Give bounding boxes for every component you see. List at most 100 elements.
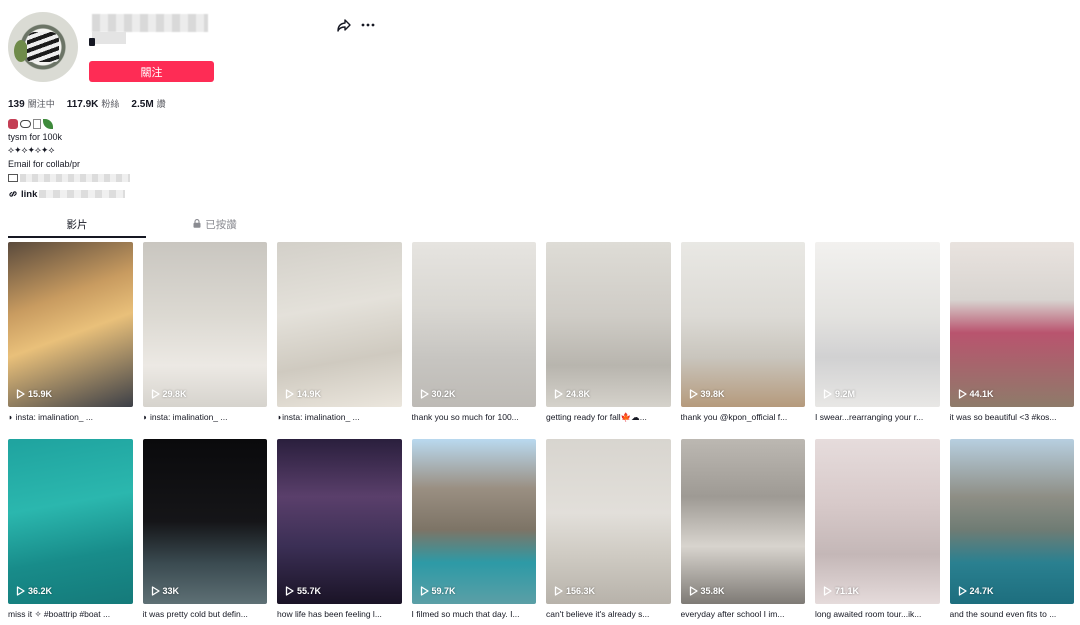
video-caption[interactable]: it was so beautiful <3 #kos... [950,411,1075,423]
video-card[interactable]: 44.1K it was so beautiful <3 #kos... [949,242,1075,429]
view-count: 24.8K [554,389,590,399]
video-thumbnail[interactable]: 24.8K [546,242,671,407]
video-thumbnail[interactable]: 14.9K [277,242,402,407]
video-card[interactable]: 36.2K miss it ✧ #boattrip #boat ... [8,439,133,625]
profile-stats: 139 關注中 117.9K 粉絲 2.5M 讚 [8,97,166,110]
view-count: 9.2M [823,389,855,399]
unknown-glyph-icon [33,118,41,129]
more-options-icon[interactable] [360,17,376,33]
profile-avatar[interactable] [8,12,78,82]
video-caption[interactable]: how life has been feeling l... [277,608,402,620]
video-card[interactable]: 39.8K thank you @kpon_official f... [680,242,806,429]
link-icon [9,191,17,197]
play-icon [420,389,429,399]
play-icon [554,586,563,596]
play-icon [958,586,967,596]
video-thumbnail[interactable]: 39.8K [680,242,805,407]
nickname-emoji [89,38,95,46]
bio-link[interactable]: link [8,188,130,202]
video-thumbnail[interactable]: 29.8K [142,242,267,407]
video-caption[interactable]: getting ready for fall🍁☁... [546,411,671,423]
video-thumbnail[interactable]: 156.3K [546,439,671,604]
tab-liked[interactable]: 已按讚 [146,212,284,237]
username-redacted [92,14,208,32]
video-card[interactable]: 59.7K I filmed so much that day. I... [411,439,537,625]
video-thumbnail[interactable]: 9.2M [815,242,940,407]
video-card[interactable]: 30.2K thank you so much for 100... [411,242,537,429]
play-icon [151,389,160,399]
video-thumbnail[interactable]: 59.7K [411,439,536,604]
view-count-value: 39.8K [700,389,725,399]
video-card[interactable]: 55.7K how life has been feeling l... [277,439,402,625]
video-caption[interactable]: can't believe it's already s... [546,608,671,620]
following-label: 關注中 [27,100,55,110]
video-caption[interactable]: ◗ insta: imalination_ ... [8,411,133,423]
video-caption[interactable]: ◗ insta: imalination_ ... [143,411,268,423]
view-count-value: 44.1K [969,389,994,399]
video-caption[interactable]: everyday after school I im... [681,608,806,620]
followers-count[interactable]: 117.9K 粉絲 [67,97,120,110]
video-thumbnail[interactable]: 15.9K [8,242,133,407]
view-count-value: 24.7K [969,586,994,596]
video-card[interactable]: 15.9K ◗ insta: imalination_ ... [8,242,133,429]
video-caption[interactable]: long awaited room tour...ik... [815,608,940,620]
follow-button[interactable]: 關注 [89,61,214,82]
video-caption[interactable]: thank you @kpon_official f... [681,411,806,423]
video-card[interactable]: 156.3K can't believe it's already s... [546,439,671,625]
video-caption[interactable]: thank you so much for 100... [412,411,537,423]
view-count-value: 35.8K [700,586,725,596]
video-caption[interactable]: it was pretty cold but defin... [143,608,268,620]
view-count: 36.2K [16,586,52,596]
video-thumbnail[interactable]: 33K [142,439,267,604]
followers-value: 117.9K [66,99,99,110]
video-caption[interactable]: and the sound even fits to ... [950,608,1075,620]
video-card[interactable]: 29.8K ◗ insta: imalination_ ... [142,242,268,429]
likes-label: 讚 [156,100,166,110]
view-count: 30.2K [420,389,456,399]
video-thumbnail[interactable]: 55.7K [277,439,402,604]
video-caption[interactable]: I filmed so much that day. I... [412,608,537,620]
view-count-value: 29.8K [162,389,187,399]
video-thumbnail[interactable]: 44.1K [949,242,1074,407]
tab-videos[interactable]: 影片 [8,212,146,237]
view-count-value: 9.2M [835,389,856,399]
video-card[interactable]: 33K it was pretty cold but defin... [142,439,268,625]
cloud-emoji-icon [20,119,31,128]
video-card[interactable]: 14.9K ◗insta: imalination_ ... [277,242,402,429]
play-icon [16,586,25,596]
play-icon [16,389,25,399]
video-caption[interactable]: ◗insta: imalination_ ... [277,411,402,423]
video-thumbnail[interactable]: 36.2K [8,439,133,604]
share-icon[interactable] [336,17,352,33]
bio-email-note: Email for collab/pr [8,158,81,169]
play-icon [554,389,563,399]
likes-count: 2.5M 讚 [131,97,165,110]
video-caption[interactable]: miss it ✧ #boattrip #boat ... [8,608,133,620]
video-caption[interactable]: I swear...rearranging your r... [815,411,940,423]
video-thumbnail[interactable]: 30.2K [411,242,536,407]
video-card[interactable]: 9.2M I swear...rearranging your r... [815,242,940,429]
following-value: 139 [8,99,25,110]
view-count: 59.7K [420,586,456,596]
owl-emoji-icon [8,118,18,129]
play-icon [823,586,832,596]
bio-sparkles: ⟡✦⟡✦⟡✦⟡ [8,145,55,155]
play-icon [420,586,429,596]
video-thumbnail[interactable]: 35.8K [680,439,805,604]
likes-value: 2.5M [131,99,154,110]
video-card[interactable]: 24.8K getting ready for fall🍁☁... [546,242,671,429]
video-card[interactable]: 35.8K everyday after school I im... [680,439,806,625]
video-grid: 15.9K ◗ insta: imalination_ ... 29.8K ◗ ins… [8,242,1075,625]
view-count-value: 30.2K [431,389,456,399]
view-count: 15.9K [16,389,52,399]
lock-icon [193,219,201,228]
nickname-redacted [92,32,126,44]
video-card[interactable]: 71.1K long awaited room tour...ik... [815,439,940,625]
bio-emoji-line [8,117,130,131]
video-thumbnail[interactable]: 71.1K [815,439,940,604]
play-icon [689,389,698,399]
following-count[interactable]: 139 關注中 [8,97,55,110]
video-thumbnail[interactable]: 24.7K [949,439,1074,604]
view-count: 14.9K [285,389,321,399]
video-card[interactable]: 24.7K and the sound even fits to ... [949,439,1075,625]
